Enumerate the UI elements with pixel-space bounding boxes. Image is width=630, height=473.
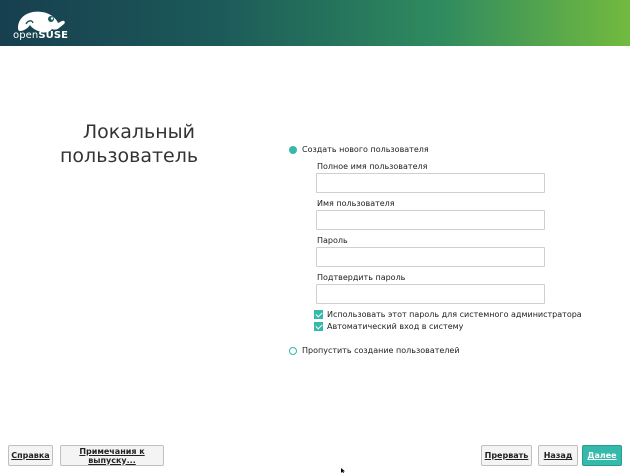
username-label: Имя пользователя — [317, 199, 395, 208]
brand-logo-text: openSUSE — [13, 30, 69, 41]
use-for-admin-label: Использовать этот пароль для системного … — [327, 310, 582, 319]
password-label: Пароль — [317, 236, 348, 245]
abort-button-label: Прервать — [484, 451, 529, 460]
back-button[interactable]: Назад — [538, 445, 578, 466]
autologin-label: Автоматический вход в систему — [327, 322, 464, 331]
create-user-label: Создать нового пользователя — [302, 145, 429, 154]
release-notes-button-label: Примечания к выпуску... — [79, 446, 145, 465]
help-button[interactable]: Справка — [8, 445, 53, 466]
skip-user-label: Пропустить создание пользователей — [302, 346, 460, 355]
username-input[interactable] — [316, 210, 545, 230]
release-notes-button[interactable]: Примечания к выпуску... — [60, 445, 164, 466]
use-for-admin-checkbox[interactable]: Использовать этот пароль для системного … — [314, 310, 582, 319]
checkbox-checked-icon — [314, 322, 323, 331]
mouse-cursor-icon — [341, 468, 345, 473]
radio-selected-icon — [289, 145, 297, 154]
back-button-label: Назад — [543, 451, 573, 460]
page-title: Локальный пользователь — [60, 120, 199, 168]
full-name-input[interactable] — [316, 173, 545, 193]
help-button-label: Справка — [11, 451, 50, 460]
next-button[interactable]: Далее — [582, 445, 622, 466]
checkbox-checked-icon — [314, 310, 323, 319]
header-banner: openSUSE — [0, 0, 630, 46]
confirm-password-input[interactable] — [316, 284, 545, 304]
next-button-label: Далее — [587, 451, 617, 460]
full-name-label: Полное имя пользователя — [317, 162, 428, 171]
confirm-password-label: Подтвердить пароль — [317, 273, 406, 282]
abort-button[interactable]: Прервать — [481, 445, 532, 466]
create-user-radio[interactable]: Создать нового пользователя — [289, 145, 429, 154]
radio-unselected-icon — [289, 346, 297, 355]
password-input[interactable] — [316, 247, 545, 267]
page-title-line1: Локальный — [82, 121, 195, 143]
page-title-line2: пользователь — [60, 145, 199, 167]
autologin-checkbox[interactable]: Автоматический вход в систему — [314, 322, 463, 331]
skip-user-radio[interactable]: Пропустить создание пользователей — [289, 346, 460, 355]
